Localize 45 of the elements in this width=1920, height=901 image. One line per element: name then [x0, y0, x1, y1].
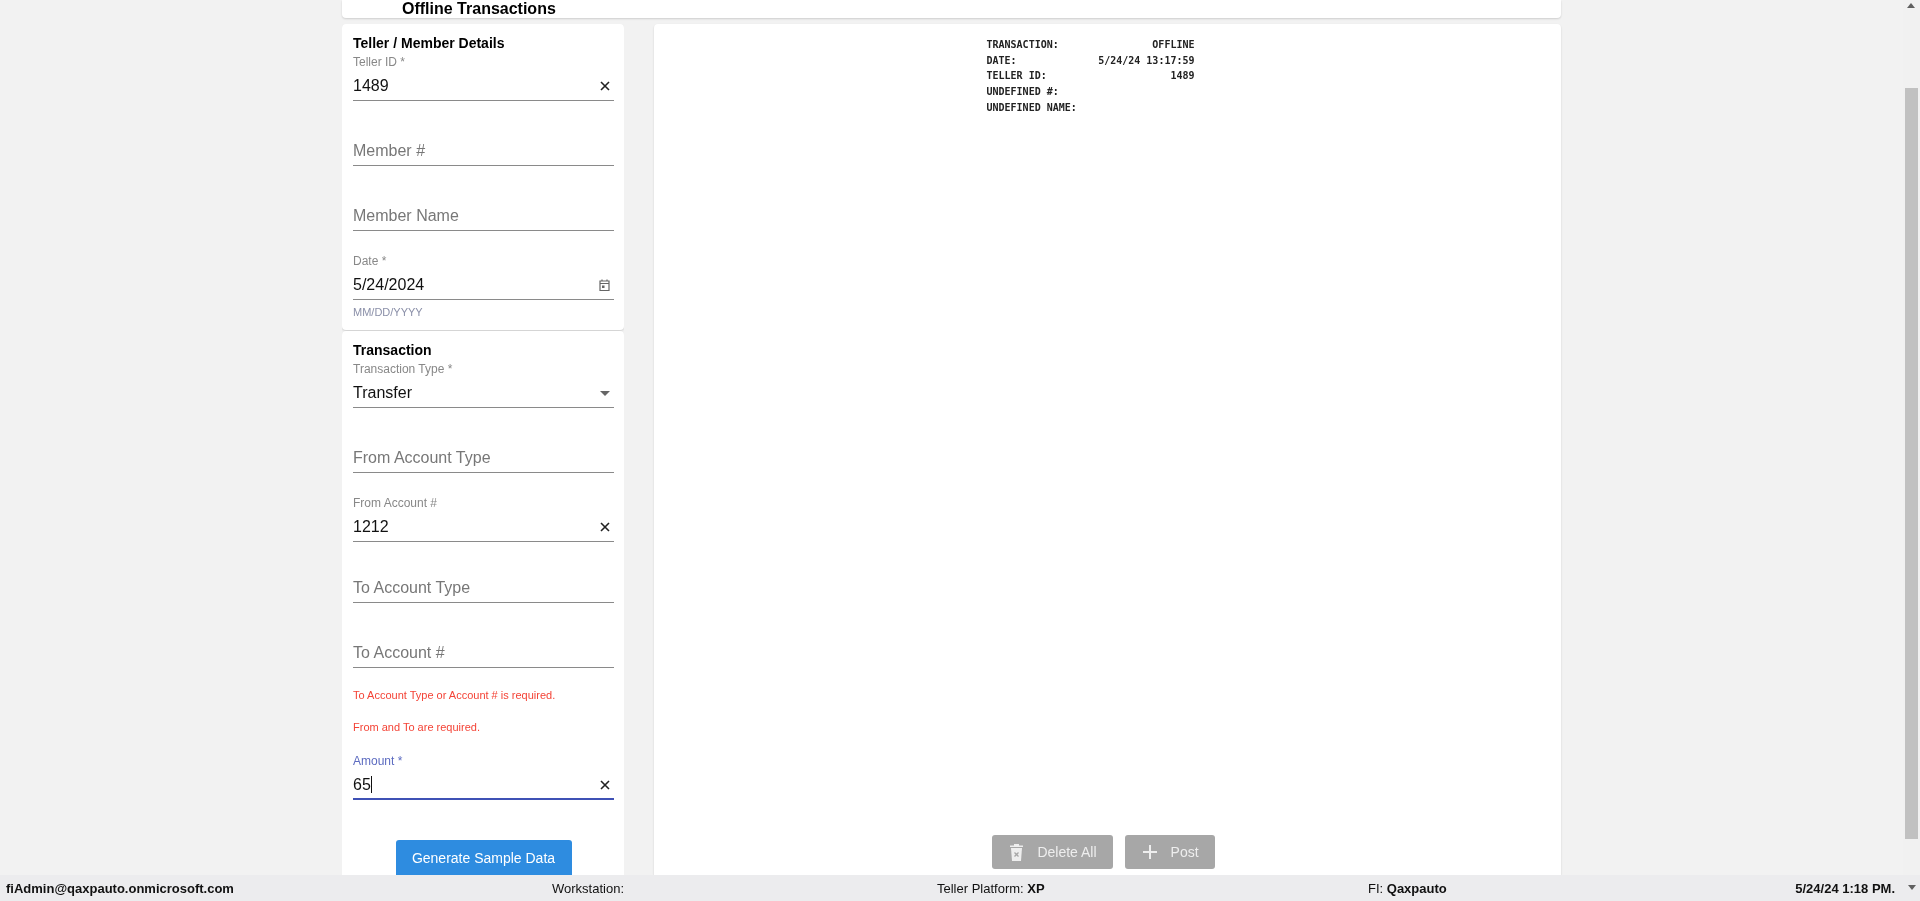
input-field[interactable]: 1489: [353, 72, 614, 101]
fi-label: FI: Qaxpauto: [1368, 880, 1447, 896]
field-label: Date *: [353, 254, 387, 268]
input-field[interactable]: 1212: [353, 513, 614, 542]
receipt-label: DATE:: [986, 53, 1018, 68]
input-field[interactable]: From Account Type: [353, 444, 614, 473]
field-label: Transaction Type *: [353, 362, 453, 376]
input-field[interactable]: To Account #: [353, 639, 614, 668]
calendar-icon[interactable]: [599, 279, 610, 291]
input-field[interactable]: Member #: [353, 137, 614, 166]
error-message: From and To are required.: [353, 721, 480, 733]
field-label: Amount *: [353, 754, 403, 768]
input-field[interactable]: Member Name: [353, 202, 614, 231]
dropdown-field[interactable]: Transfer: [353, 379, 614, 408]
receipt-value: 1489: [1169, 69, 1195, 84]
field-label: Teller ID *: [353, 55, 405, 69]
field-label: From Account #: [353, 496, 438, 510]
plus-icon: [1142, 845, 1157, 859]
platform-label: Teller Platform: XP: [937, 880, 1045, 896]
error-message: To Account Type or Account # is required.: [353, 689, 556, 701]
receipt-label: UNDEFINED #:: [986, 85, 1060, 100]
helper-text: MM/DD/YYYY: [353, 306, 423, 318]
scroll-up-icon[interactable]: [1907, 3, 1915, 8]
user-email: fiAdmin@qaxpauto.onmicrosoft.com: [6, 880, 234, 896]
date-time: 5/24/24 1:18 PM.: [1795, 880, 1895, 896]
section-title: Transaction: [353, 342, 432, 358]
scroll-down-icon[interactable]: [1908, 885, 1916, 890]
input-field[interactable]: To Account Type: [353, 574, 614, 603]
clear-icon[interactable]: [600, 522, 610, 532]
date-field[interactable]: 5/24/2024: [353, 271, 614, 300]
receipt-label: TELLER ID:: [986, 69, 1048, 84]
section-title: Teller / Member Details: [353, 35, 505, 51]
receipt-value: OFFLINE: [1151, 38, 1195, 52]
input-field[interactable]: 65: [353, 771, 614, 800]
clear-icon[interactable]: [600, 779, 610, 790]
receipt-label: UNDEFINED NAME:: [986, 100, 1077, 115]
workstation-label: Workstation:: [552, 880, 624, 896]
dropdown-caret-icon[interactable]: [600, 390, 610, 396]
receipt-label: TRANSACTION:: [986, 38, 1060, 52]
trash-icon: [1010, 843, 1024, 861]
page-title: Offline Transactions: [402, 1, 556, 17]
clear-icon[interactable]: [600, 81, 610, 91]
receipt-value: 5/24/24 13:17:59: [1097, 53, 1195, 68]
generate-button[interactable]: Generate Sample Data: [395, 840, 572, 875]
scrollbar-thumb[interactable]: [1905, 88, 1918, 839]
